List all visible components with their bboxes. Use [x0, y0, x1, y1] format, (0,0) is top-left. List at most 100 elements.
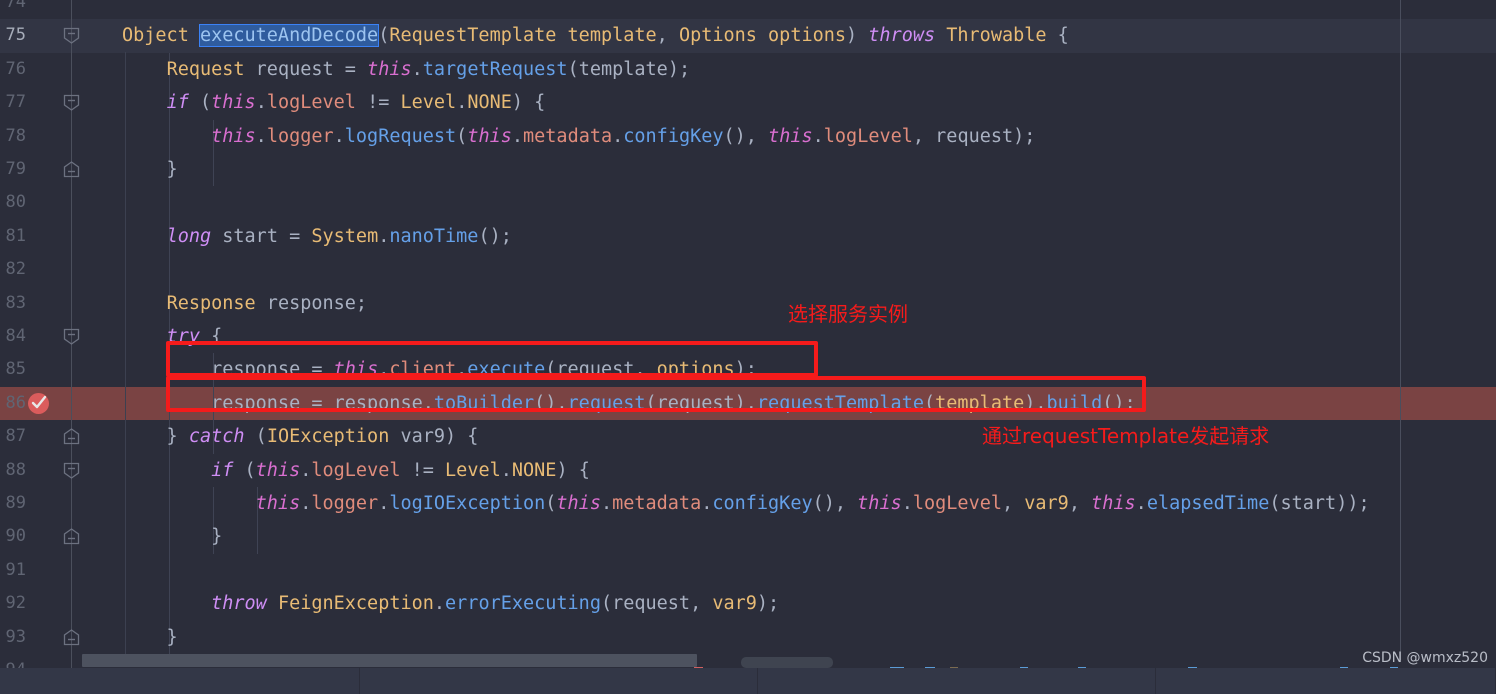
code-line[interactable]: } — [122, 520, 222, 553]
code-token: long — [166, 225, 212, 247]
code-line-row[interactable] — [0, 320, 1496, 353]
code-line[interactable]: response = response.toBuilder().request(… — [122, 387, 1136, 420]
code-token: Throwable — [946, 25, 1047, 47]
code-token: logLevel — [823, 125, 913, 147]
code-token: . — [378, 493, 390, 514]
annot-select-service-instance-label: 选择服务实例 — [788, 302, 908, 326]
code-line-row[interactable] — [0, 153, 1496, 186]
breakpoint-verified-icon[interactable] — [28, 392, 49, 414]
code-token: Level — [400, 92, 457, 114]
code-line[interactable]: this.logger.logRequest(this.metadata.con… — [122, 120, 1035, 153]
code-token: RequestTemplate — [389, 25, 557, 47]
code-token: ( — [923, 392, 936, 414]
code-token: ( — [233, 459, 256, 481]
fold-start-icon[interactable] — [62, 93, 81, 112]
code-line-row[interactable] — [0, 253, 1496, 286]
code-token: ( — [645, 392, 657, 414]
code-token: if — [166, 92, 189, 114]
code-token: this — [467, 125, 512, 147]
code-token: response = response. — [122, 392, 434, 414]
code-token: var9 — [712, 593, 757, 615]
code-line[interactable]: } — [122, 621, 178, 654]
code-line-row[interactable] — [0, 186, 1496, 219]
code-token: . — [255, 92, 267, 114]
code-token: . — [701, 493, 713, 514]
code-line[interactable]: try { — [122, 320, 223, 353]
code-line[interactable]: if (this.logLevel != Level.NONE) { — [122, 454, 590, 487]
code-token: Request — [166, 58, 245, 80]
code-token: start — [1280, 493, 1337, 514]
code-token: Options — [678, 25, 757, 47]
code-token: . — [612, 125, 624, 147]
code-line[interactable]: Request request = this.targetRequest(tem… — [122, 53, 691, 86]
code-token: errorExecuting — [445, 593, 601, 615]
code-line[interactable]: if (this.logLevel != Level.NONE) { — [122, 86, 546, 119]
code-token: this — [1091, 493, 1136, 514]
code-editor[interactable]: 74 75 76 77 78 79 80 81 82 83 84 85 86 87 88 89 90 91 92 93… — [0, 0, 1496, 694]
code-line[interactable]: Response response; — [122, 287, 368, 320]
code-token: throws — [868, 25, 936, 47]
fold-end-icon[interactable] — [62, 160, 81, 179]
code-line[interactable]: } — [122, 153, 178, 186]
code-token: , request); — [912, 125, 1036, 147]
annot-request-via-template-label: 通过requestTemplate发起请求 — [982, 424, 1270, 448]
code-token: { — [199, 326, 223, 347]
code-token: FeignException — [277, 593, 434, 615]
status-bar-segment[interactable] — [1156, 668, 1496, 694]
code-token: Response — [166, 292, 256, 314]
code-line-row[interactable] — [0, 520, 1496, 553]
code-token: , — [656, 25, 679, 47]
code-token: this — [211, 125, 256, 147]
code-token: logger — [311, 493, 379, 514]
code-token: . — [378, 359, 390, 381]
fold-end-icon[interactable] — [62, 427, 81, 446]
code-token: template — [567, 25, 657, 47]
code-line[interactable]: this.logger.logIOException(this.metadata… — [122, 487, 1370, 520]
bottom-status-bar[interactable] — [0, 668, 1496, 694]
status-bar-segment[interactable] — [758, 668, 1156, 694]
code-token: metadata — [612, 493, 702, 514]
status-bar-segment[interactable] — [0, 668, 360, 694]
code-token: (); — [1102, 392, 1136, 414]
horizontal-scrollbar-thumb[interactable] — [82, 654, 697, 667]
code-token: ( — [567, 58, 579, 80]
code-token: ( — [600, 593, 613, 615]
code-token: )); — [1336, 493, 1370, 514]
code-token: , — [1001, 493, 1025, 514]
code-token: . — [901, 493, 913, 514]
code-line-row[interactable] — [0, 0, 1496, 19]
code-line[interactable]: response = this.client.execute(request, … — [122, 353, 757, 386]
code-line-row[interactable] — [0, 554, 1496, 587]
fold-start-icon[interactable] — [62, 26, 81, 45]
fold-end-icon[interactable] — [62, 527, 81, 546]
fold-start-icon[interactable] — [62, 327, 81, 346]
fold-start-icon[interactable] — [62, 461, 81, 480]
code-token: . — [1135, 493, 1147, 514]
code-token: ) { — [511, 92, 546, 114]
code-token: request — [556, 359, 635, 381]
code-token: } — [122, 159, 178, 180]
code-token: ); — [667, 58, 691, 80]
code-token: . — [333, 125, 345, 147]
status-bar-segment[interactable] — [360, 668, 758, 694]
code-line[interactable]: } catch (IOException var9) { — [122, 420, 479, 453]
code-token: . — [812, 125, 824, 147]
code-line[interactable]: Object executeAndDecode(RequestTemplate … — [122, 19, 1069, 52]
code-token: ( — [188, 92, 212, 114]
code-token: ( — [244, 426, 267, 448]
code-line-row[interactable] — [0, 621, 1496, 654]
code-token: catch — [188, 426, 245, 448]
fold-end-icon[interactable] — [62, 628, 81, 647]
horizontal-scrollbar[interactable] — [76, 653, 1496, 668]
code-line[interactable]: long start = System.nanoTime(); — [122, 220, 512, 253]
code-token: try — [166, 326, 200, 347]
code-token: this — [367, 58, 412, 80]
horizontal-scrollbar-thumb-secondary[interactable] — [741, 657, 833, 668]
code-line[interactable]: throw FeignException.errorExecuting(requ… — [122, 587, 779, 620]
code-token: execute — [467, 359, 546, 381]
